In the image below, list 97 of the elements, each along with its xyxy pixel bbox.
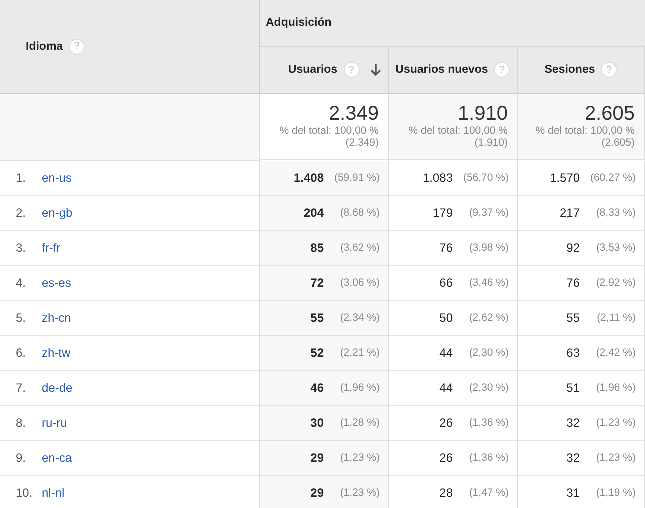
row-number: 9. — [16, 451, 28, 465]
metric-value: 55 — [566, 311, 580, 325]
metric-percent: (1,36 %) — [468, 452, 509, 464]
row-number: 7. — [16, 381, 28, 395]
metric-value: 1.408 — [294, 171, 324, 185]
metric-value: 51 — [566, 381, 580, 395]
total-note: % del total: 100,00 % — [280, 125, 379, 137]
column-header[interactable]: Idioma — [26, 40, 64, 52]
metric-percent: (1,47 %) — [468, 487, 509, 499]
metric-value: 46 — [310, 381, 324, 395]
metric-percent: (3,98 %) — [468, 242, 509, 254]
total-note: % del total: 100,00 % — [408, 125, 508, 137]
row-number: 1. — [16, 171, 28, 185]
metric-value: 217 — [560, 206, 580, 220]
metric-percent: (2,42 %) — [595, 347, 636, 359]
row-number: 4. — [16, 276, 28, 290]
metric-percent: (2,30 %) — [468, 347, 509, 359]
metric-percent: (1,96 %) — [339, 382, 380, 394]
metric-value: 63 — [566, 346, 580, 360]
metric-value: 92 — [566, 241, 580, 255]
metric-percent: (1,96 %) — [595, 382, 636, 394]
total-value: 2.605 — [584, 103, 635, 125]
metric-percent: (2,62 %) — [468, 312, 509, 324]
metric-percent: (1,19 %) — [595, 487, 636, 499]
metric-percent: (1,23 %) — [339, 452, 380, 464]
metric-value: 1.570 — [550, 171, 580, 185]
header-cell[interactable]: Usuarios nuevos ? — [389, 47, 518, 94]
total-note: (2.605) — [602, 137, 635, 149]
total-note: (2.349) — [346, 137, 379, 149]
metric-percent: (3,53 %) — [595, 242, 636, 254]
metric-percent: (2,11 %) — [596, 312, 636, 324]
metric-value: 52 — [310, 346, 324, 360]
metric-value: 26 — [440, 451, 453, 465]
language-link[interactable]: es-es — [42, 276, 72, 290]
row-number: 6. — [16, 346, 28, 360]
language-link[interactable]: de-de — [42, 381, 73, 395]
metric-percent: (2,21 %) — [339, 347, 380, 359]
column-header[interactable]: Sesiones — [544, 64, 596, 76]
language-link[interactable]: ru-ru — [42, 416, 68, 430]
metric-percent: (1,23 %) — [595, 452, 636, 464]
total-value: 2.349 — [328, 103, 379, 125]
language-link[interactable]: zh-tw — [42, 346, 71, 360]
metric-percent: (1,23 %) — [339, 487, 380, 499]
metric-value: 29 — [310, 451, 324, 465]
metric-percent: (3,46 %) — [468, 277, 509, 289]
column-header[interactable]: Usuarios nuevos — [396, 64, 488, 76]
language-link[interactable]: en-gb — [42, 206, 73, 220]
total-value: 1.910 — [458, 103, 508, 125]
metric-value: 55 — [310, 311, 324, 325]
metric-percent: (60,27 %) — [589, 172, 636, 184]
language-link[interactable]: nl-nl — [42, 486, 65, 500]
metric-percent: (2,92 %) — [595, 277, 636, 289]
metric-percent: (3,06 %) — [339, 277, 380, 289]
total-note: (1.910) — [474, 137, 508, 149]
row-number: 3. — [16, 241, 28, 255]
metric-percent: (8,68 %) — [339, 207, 380, 219]
metric-value: 30 — [310, 416, 324, 430]
total-note: % del total: 100,00 % — [536, 125, 635, 137]
metric-value: 44 — [440, 381, 453, 395]
language-link[interactable]: zh-cn — [42, 311, 72, 325]
metric-value: 76 — [440, 241, 453, 255]
metric-value: 31 — [566, 486, 580, 500]
metric-value: 29 — [310, 486, 324, 500]
language-link[interactable]: en-us — [42, 171, 72, 185]
header-cell[interactable]: Usuarios ? — [260, 47, 389, 94]
metric-value: 44 — [440, 346, 453, 360]
metric-value: 76 — [566, 276, 580, 290]
metric-value: 72 — [310, 276, 324, 290]
metric-value: 28 — [440, 486, 453, 500]
language-link[interactable]: fr-fr — [42, 241, 61, 255]
column-header[interactable]: Usuarios — [288, 64, 338, 76]
metric-value: 32 — [566, 451, 580, 465]
group-header: Adquisición — [266, 17, 332, 29]
metric-percent: (9,37 %) — [468, 207, 509, 219]
row-number: 2. — [16, 206, 28, 220]
metric-percent: (59,91 %) — [333, 172, 380, 184]
metric-value: 50 — [440, 311, 453, 325]
metric-percent: (1,23 %) — [595, 417, 636, 429]
metric-percent: (2,30 %) — [468, 382, 509, 394]
metric-percent: (8,33 %) — [595, 207, 636, 219]
metric-value: 26 — [440, 416, 453, 430]
header-cell[interactable]: Sesiones ? — [518, 47, 645, 94]
metric-value: 32 — [566, 416, 580, 430]
metric-percent: (2,34 %) — [339, 312, 380, 324]
metric-percent: (1,28 %) — [339, 417, 380, 429]
sort-arrow-icon[interactable] — [370, 63, 382, 77]
metric-value: 179 — [432, 206, 453, 220]
metric-value: 204 — [304, 206, 324, 220]
language-link[interactable]: en-ca — [42, 451, 72, 465]
metric-percent: (3,62 %) — [339, 242, 380, 254]
row-number: 8. — [16, 416, 28, 430]
metric-value: 66 — [440, 276, 453, 290]
metric-percent: (56,70 %) — [462, 172, 509, 184]
row-number: 5. — [16, 311, 28, 325]
metric-value: 85 — [310, 241, 324, 255]
metric-percent: (1,36 %) — [468, 417, 509, 429]
metric-value: 1.083 — [422, 171, 453, 185]
